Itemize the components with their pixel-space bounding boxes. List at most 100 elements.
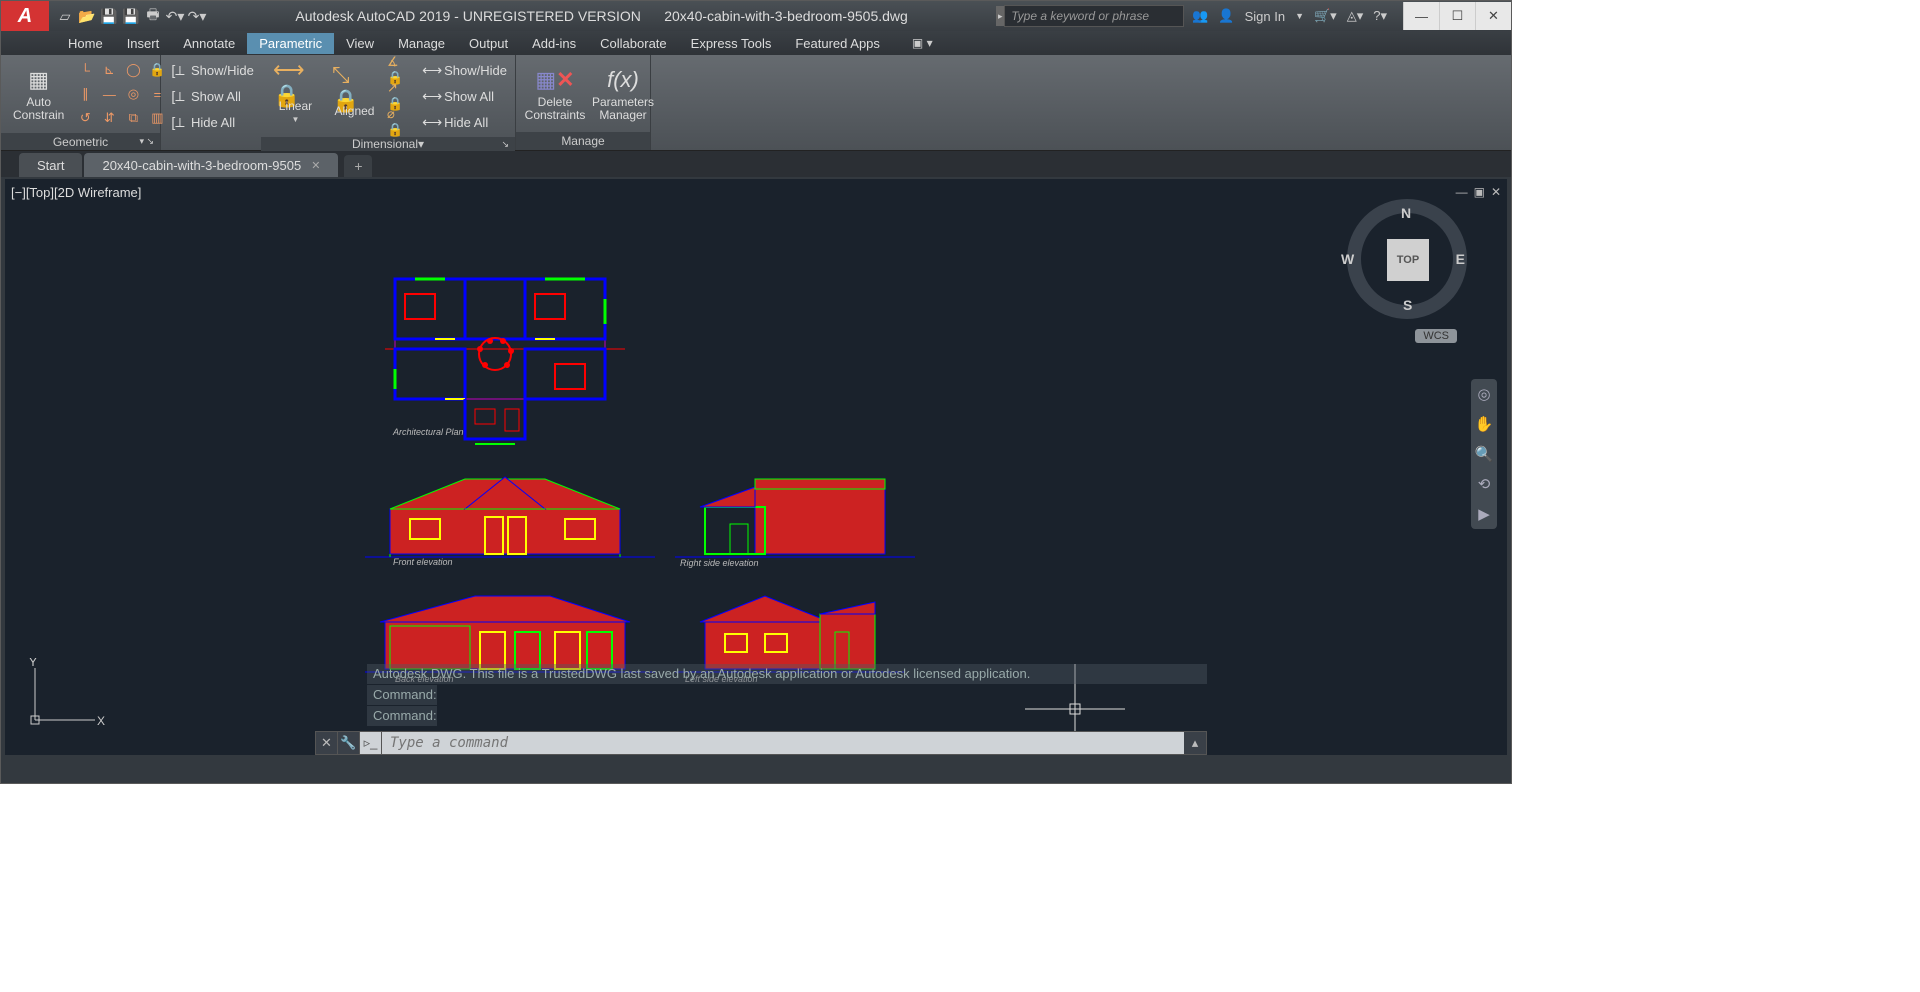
geo-hideall-button[interactable]: [⟂Hide All [169,111,235,133]
vp-max-icon[interactable]: ▣ [1474,185,1485,199]
geo-showall-button[interactable]: [⟂Show All [169,85,241,107]
ribbon-tabs: Home Insert Annotate Parametric View Man… [1,31,1511,55]
tab-parametric[interactable]: Parametric [247,33,334,54]
dim-angular-icon[interactable]: ∡🔒 [387,59,410,81]
horizontal-icon[interactable]: ↺ [74,107,96,129]
maximize-button[interactable]: ☐ [1439,2,1475,30]
panel-dimensional-label[interactable]: Dimensional ▾↘ [261,137,515,151]
dim-radius-icon[interactable]: ↗🔒 [387,85,410,107]
window-title: Autodesk AutoCAD 2019 - UNREGISTERED VER… [207,8,996,24]
command-input[interactable] [382,732,1184,754]
cmd-options-icon[interactable]: 🔧 [338,732,360,754]
undo-icon[interactable]: ↶▾ [165,6,185,26]
wcs-badge[interactable]: WCS [1415,329,1457,343]
cmd-line: Command: [367,706,437,726]
orbit-icon[interactable]: ⟲ [1478,475,1491,493]
aligned-button[interactable]: ⤡🔒 Aligned [328,72,381,120]
showmotion-icon[interactable]: ▶ [1478,505,1490,523]
dim-hideall-button[interactable]: ⟷Hide All [422,111,488,133]
exchange-icon[interactable]: 🛒▾ [1314,8,1337,24]
new-icon[interactable]: ▱ [55,6,75,26]
viewcube-west[interactable]: W [1341,251,1354,267]
viewcube-face[interactable]: TOP [1387,239,1429,281]
close-button[interactable]: ✕ [1475,2,1511,30]
tab-collaborate[interactable]: Collaborate [588,33,679,54]
linear-button[interactable]: ⟷🔒 Linear ▼ [269,67,322,126]
tab-home[interactable]: Home [56,33,115,54]
collinear-icon[interactable]: — [98,83,120,105]
plot-icon[interactable]: 🖶 [143,6,163,26]
user-icon[interactable]: 👤 [1218,8,1234,24]
viewcube-north[interactable]: N [1401,205,1411,221]
cmd-line: Command: [367,685,437,705]
infocenter-icon[interactable]: 👥 [1192,8,1208,24]
viewcube-south[interactable]: S [1403,297,1412,313]
open-icon[interactable]: 📂 [77,6,97,26]
dim-showhide-button[interactable]: ⟷Show/Hide [422,59,507,81]
app-icon[interactable]: A [1,1,49,31]
viewcube[interactable]: TOP N S E W [1347,199,1467,319]
close-tab-icon[interactable]: ✕ [311,159,320,172]
tab-manage[interactable]: Manage [386,33,457,54]
plan-label: Architectural Plan [393,427,464,437]
help-icon[interactable]: ?▾ [1373,8,1387,24]
cmd-close-icon[interactable]: ✕ [316,732,338,754]
search-input[interactable]: Type a keyword or phrase [1004,5,1184,27]
add-tab-button[interactable]: + [344,155,372,177]
doc-tab-file-label: 20x40-cabin-with-3-bedroom-9505 [102,158,301,173]
vertical-icon[interactable]: ⇵ [98,107,120,129]
signin-dropdown-icon[interactable]: ▼ [1295,11,1304,21]
drawing-canvas[interactable]: [−][Top][2D Wireframe] — ▣ ✕ TOP N S E W… [5,179,1507,755]
dim-showall-button[interactable]: ⟷Show All [422,85,494,107]
saveas-icon[interactable]: 💾 [121,6,141,26]
aligned-label: Aligned [334,104,374,118]
signin-button[interactable]: Sign In [1245,9,1285,24]
steering-wheel-icon[interactable]: ◎ [1477,385,1490,403]
minimize-button[interactable]: — [1403,2,1439,30]
dim-diameter-icon[interactable]: ⌀🔒 [387,111,410,133]
pan-icon[interactable]: ✋ [1475,415,1494,433]
perpendicular-icon[interactable]: ⊾ [98,59,120,81]
dim-hideall-icon: ⟷ [422,114,440,131]
tab-insert[interactable]: Insert [115,33,172,54]
vp-close-icon[interactable]: ✕ [1491,185,1501,199]
search-toggle-icon[interactable]: ▸ [996,6,1004,26]
concentric-icon[interactable]: ◎ [122,83,144,105]
symmetric-icon[interactable]: ⧉ [122,107,144,129]
tangent-icon[interactable]: ◯ [122,59,144,81]
command-bar: ✕ 🔧 ▹_ ▴ [315,731,1207,755]
doc-tab-file[interactable]: 20x40-cabin-with-3-bedroom-9505 ✕ [84,153,338,177]
vp-min-icon[interactable]: — [1456,185,1468,199]
tab-addins[interactable]: Add-ins [520,33,588,54]
tab-express[interactable]: Express Tools [679,33,784,54]
a360-icon[interactable]: ◬▾ [1347,8,1364,24]
tab-view[interactable]: View [334,33,386,54]
linear-label: Linear [279,99,312,113]
dim-showhide-icon: ⟷ [422,62,440,79]
delete-constraints-label: DeleteConstraints [525,96,586,122]
viewport-label[interactable]: [−][Top][2D Wireframe] [11,185,141,200]
parallel-icon[interactable]: ∥ [74,83,96,105]
panel-manage-label[interactable]: Manage [516,132,650,150]
save-icon[interactable]: 💾 [99,6,119,26]
parameters-manager-button[interactable]: f(x) ParametersManager [592,64,654,124]
front-elevation-drawing [365,469,655,569]
delete-constraints-button[interactable]: ▦✕ DeleteConstraints [524,64,586,124]
viewcube-east[interactable]: E [1456,251,1465,267]
panel-geometric-label[interactable]: Geometric▾ ↘ [1,133,160,150]
linear-icon: ⟷🔒 [273,69,318,97]
doc-tab-start[interactable]: Start [19,153,82,177]
tab-annotate[interactable]: Annotate [171,33,247,54]
coincident-icon[interactable]: └ [74,59,96,81]
tab-output[interactable]: Output [457,33,520,54]
cmd-expand-icon[interactable]: ▴ [1184,732,1206,754]
tab-featured[interactable]: Featured Apps [783,33,892,54]
delete-constraints-icon: ▦✕ [535,66,574,94]
parameters-manager-icon: f(x) [607,66,639,94]
geo-showhide-button[interactable]: [⟂Show/Hide [169,59,254,81]
ribbon-min-icon[interactable]: ▣ ▾ [912,36,933,50]
zoom-icon[interactable]: 🔍 [1475,445,1494,463]
redo-icon[interactable]: ↷▾ [187,6,207,26]
front-label: Front elevation [393,557,453,567]
auto-constrain-button[interactable]: ▦ AutoConstrain [9,64,68,124]
